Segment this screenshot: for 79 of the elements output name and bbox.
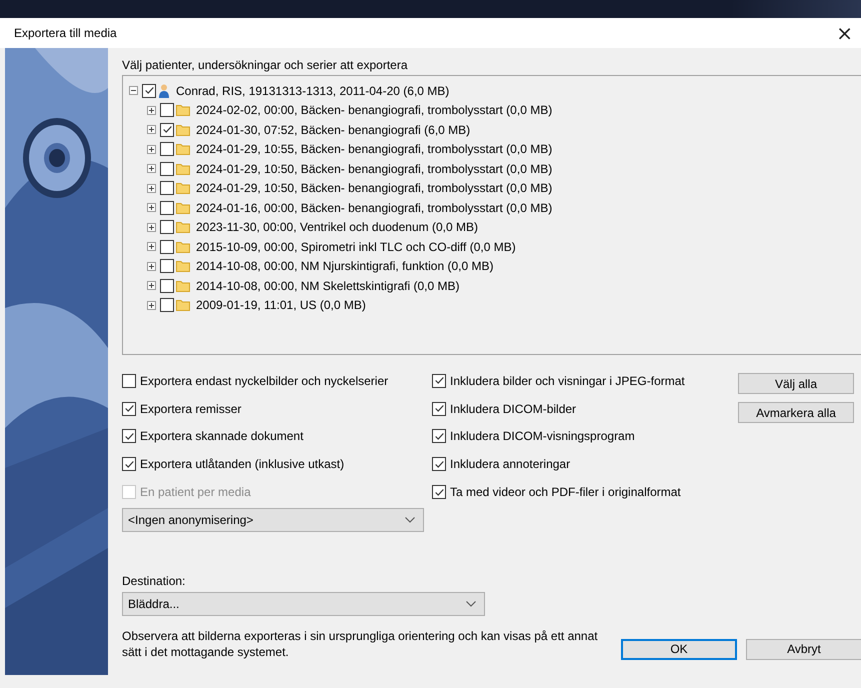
expand-icon[interactable] bbox=[147, 222, 158, 232]
checkbox[interactable] bbox=[142, 84, 156, 98]
tree-item-label[interactable]: 2024-01-29, 10:50, Bäcken- benangiografi, trombolysstart (0,0 MB) bbox=[196, 181, 552, 196]
tree-item-label[interactable]: Conrad, RIS, 19131313-1313, 2011-04-20 (6,0 MB) bbox=[176, 84, 450, 98]
expand-icon[interactable] bbox=[147, 203, 158, 212]
checkbox[interactable] bbox=[160, 122, 174, 137]
expand-icon[interactable] bbox=[147, 164, 158, 174]
person-icon bbox=[158, 84, 170, 98]
checkbox[interactable] bbox=[122, 374, 136, 388]
checkbox[interactable] bbox=[432, 457, 446, 472]
checkbox[interactable] bbox=[122, 402, 136, 416]
checkbox[interactable] bbox=[160, 220, 174, 234]
checkbox-label[interactable]: Ta med videor och PDF-filer i originalformat bbox=[450, 485, 681, 500]
expand-icon[interactable] bbox=[147, 281, 158, 290]
tree-item-label[interactable]: 2009-01-19, 11:01, US (0,0 MB) bbox=[196, 298, 366, 312]
checkbox-label[interactable]: Exportera endast nyckelbilder och nyckelserier bbox=[140, 374, 388, 388]
checkbox[interactable] bbox=[432, 485, 446, 500]
tree-heading: Välj patienter, undersökningar och serier att exportera bbox=[122, 58, 408, 72]
dialog-button[interactable]: Avbryt bbox=[746, 638, 861, 660]
tree-item-label[interactable]: 2014-10-08, 00:00, NM Skelettskintigrafi (0,0 MB) bbox=[196, 278, 460, 293]
folder-icon bbox=[176, 202, 190, 214]
window-title: Exportera till media bbox=[14, 26, 117, 40]
chevron-down-icon bbox=[466, 600, 476, 607]
folder-icon bbox=[176, 240, 190, 253]
tree-item-label[interactable]: 2024-01-29, 10:50, Bäcken- benangiografi, trombolysstart (0,0 MB) bbox=[196, 162, 552, 176]
folder-icon bbox=[176, 221, 190, 234]
destination-label: Destination: bbox=[122, 574, 186, 588]
tree-item-label[interactable]: 2014-10-08, 00:00, NM Njurskintigrafi, funktion (0,0 MB) bbox=[196, 259, 494, 274]
folder-icon bbox=[176, 162, 190, 175]
close-button[interactable]: × bbox=[828, 23, 861, 43]
checkbox[interactable] bbox=[432, 374, 446, 388]
chevron-down-icon bbox=[405, 516, 415, 523]
checkbox[interactable] bbox=[160, 142, 174, 156]
anonymization-dropdown[interactable]: <Ingen anonymisering> bbox=[122, 508, 424, 532]
tree-item-label[interactable]: 2015-10-09, 00:00, Spirometri inkl TLC och CO-diff (0,0 MB) bbox=[196, 240, 516, 254]
checkbox-label[interactable]: Inkludera DICOM-bilder bbox=[450, 402, 576, 416]
expand-icon[interactable] bbox=[147, 300, 158, 310]
checkbox[interactable] bbox=[432, 402, 446, 416]
checkbox-label[interactable]: Inkludera bilder och visningar i JPEG-format bbox=[450, 374, 685, 388]
checkbox[interactable] bbox=[160, 162, 174, 176]
folder-icon bbox=[176, 280, 190, 292]
checkbox-label[interactable]: Exportera skannade dokument bbox=[140, 429, 304, 444]
destination-dropdown[interactable]: Bläddra... bbox=[122, 592, 485, 616]
checkbox[interactable] bbox=[160, 181, 174, 196]
checkbox[interactable] bbox=[160, 200, 174, 215]
expand-icon[interactable] bbox=[147, 262, 158, 271]
select-button[interactable]: Välj alla bbox=[738, 373, 854, 394]
expand-icon[interactable] bbox=[147, 106, 158, 115]
dialog-button[interactable]: OK bbox=[621, 638, 737, 660]
folder-icon bbox=[176, 143, 190, 156]
checkbox[interactable] bbox=[160, 240, 174, 254]
expand-icon[interactable] bbox=[147, 242, 158, 252]
tree-item-label[interactable]: 2024-01-16, 00:00, Bäcken- benangiografi, trombolysstart (0,0 MB) bbox=[196, 200, 552, 215]
orientation-note: Observera att bilderna exporteras i sin ursprungliga orientering och kan visas på ett annat sätt i det mottagande systemet. bbox=[122, 628, 599, 660]
select-button[interactable]: Avmarkera alla bbox=[738, 402, 854, 423]
checkbox-label[interactable]: Inkludera annoteringar bbox=[450, 457, 570, 472]
checkbox[interactable] bbox=[432, 429, 446, 444]
checkbox-label[interactable]: Exportera utlåtanden (inklusive utkast) bbox=[140, 457, 344, 472]
checkbox-label[interactable]: Exportera remisser bbox=[140, 402, 242, 416]
folder-icon bbox=[176, 124, 190, 136]
checkbox[interactable] bbox=[122, 457, 136, 472]
folder-icon bbox=[176, 104, 190, 116]
expand-icon[interactable] bbox=[147, 125, 158, 134]
checkbox[interactable] bbox=[122, 429, 136, 444]
folder-icon bbox=[176, 260, 190, 272]
folder-icon bbox=[176, 299, 190, 312]
checkbox[interactable] bbox=[160, 278, 174, 293]
folder-icon bbox=[176, 182, 190, 194]
checkbox[interactable] bbox=[160, 259, 174, 274]
checkbox[interactable] bbox=[160, 298, 174, 312]
tree-item-label[interactable]: 2024-01-29, 10:55, Bäcken- benangiografi, trombolysstart (0,0 MB) bbox=[196, 142, 552, 156]
tree-item-label[interactable]: 2024-02-02, 00:00, Bäcken- benangiografi, trombolysstart (0,0 MB) bbox=[196, 103, 552, 118]
expand-icon[interactable] bbox=[147, 144, 158, 154]
tree-item-label[interactable]: 2023-11-30, 00:00, Ventrikel och duodenum (0,0 MB) bbox=[196, 220, 478, 234]
checkbox-label[interactable]: Inkludera DICOM-visningsprogram bbox=[450, 429, 635, 444]
tree-item-label[interactable]: 2024-01-30, 07:52, Bäcken- benangiografi (6,0 MB) bbox=[196, 122, 470, 137]
expand-icon[interactable] bbox=[147, 184, 158, 193]
collapse-icon[interactable] bbox=[129, 86, 140, 96]
checkbox[interactable] bbox=[160, 103, 174, 118]
